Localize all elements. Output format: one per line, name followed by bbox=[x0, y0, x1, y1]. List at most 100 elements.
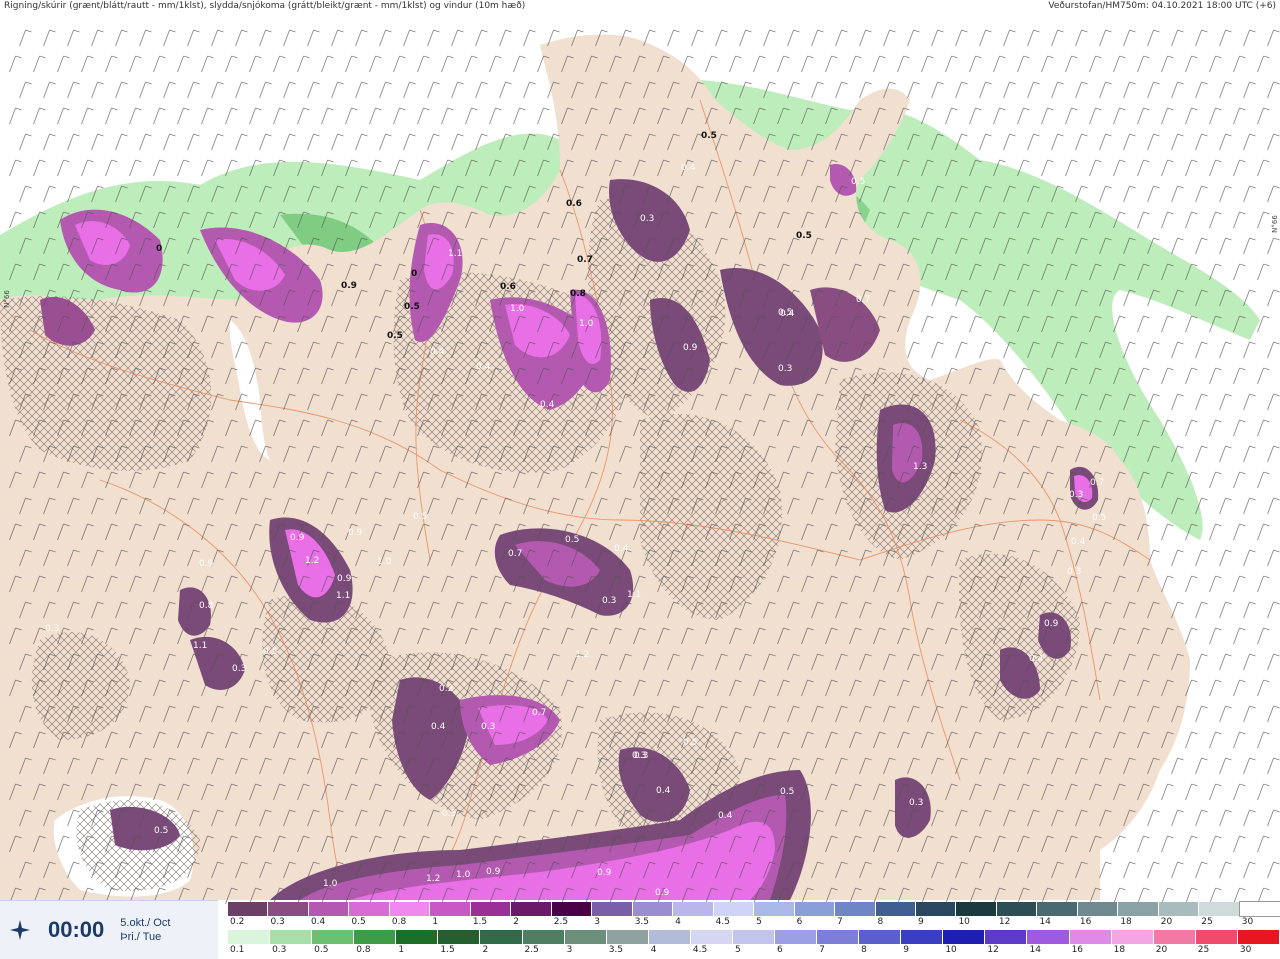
legend-bottom-swatch bbox=[1027, 930, 1070, 944]
time-display: 00:00 5.okt./ Oct Þri./ Tue bbox=[0, 900, 218, 959]
forecast-date-line2: Þri./ Tue bbox=[120, 931, 162, 943]
precip-value-label: 0.4 bbox=[718, 811, 733, 821]
forecast-date-line1: 5.okt./ Oct bbox=[120, 917, 171, 929]
legend-bottom-swatch bbox=[1195, 930, 1238, 944]
legend-top-label: 1 bbox=[432, 917, 439, 927]
legend-bottom-label: 9 bbox=[903, 945, 909, 955]
legend-bottom-label: 7 bbox=[819, 945, 825, 955]
precip-value-label: 0.8 bbox=[570, 289, 586, 299]
legend-bottom-swatches bbox=[228, 930, 1280, 944]
precip-value-label: 0.9 bbox=[655, 888, 670, 898]
latitude-label-right: N°66 bbox=[1270, 215, 1279, 233]
precip-value-label: 0.3 bbox=[778, 364, 792, 374]
precip-value-label: 1.1 bbox=[336, 591, 350, 601]
legend-bottom-label: 18 bbox=[1113, 945, 1126, 955]
precip-value-label: 0.4 bbox=[681, 163, 696, 173]
legend-bottom-swatch bbox=[1069, 930, 1112, 944]
precip-value-label: 0.4 bbox=[1029, 654, 1044, 664]
legend-top-label: 6 bbox=[796, 917, 803, 927]
legend-top-swatch bbox=[1238, 901, 1280, 917]
legend-bottom-swatch bbox=[1153, 930, 1196, 944]
precip-value-label: 0.4 bbox=[431, 722, 446, 732]
legend-bottom-label: 3.5 bbox=[608, 945, 624, 955]
legend-bottom-label: 14 bbox=[1029, 945, 1041, 955]
legend-top-swatch bbox=[713, 902, 755, 916]
precip-value-label: 0.4 bbox=[430, 347, 445, 357]
legend-top-swatch bbox=[1158, 902, 1200, 916]
legend-bottom-swatch bbox=[859, 930, 902, 944]
legend-top-label: 30 bbox=[1241, 917, 1254, 927]
legend-top-swatch bbox=[875, 902, 916, 916]
legend-bottom-swatch bbox=[312, 930, 355, 944]
legend-top-swatch bbox=[511, 902, 552, 916]
precip-value-label: 0.9 bbox=[337, 574, 352, 584]
legend-bottom-label: 20 bbox=[1155, 945, 1168, 955]
legend-top-swatch bbox=[1037, 902, 1078, 916]
precip-value-label: 0.7 bbox=[1090, 478, 1104, 488]
precip-value-label: 0.7 bbox=[856, 295, 870, 305]
precip-value-label: 0.3 bbox=[602, 596, 616, 606]
legend-bottom-label: 0.8 bbox=[356, 945, 371, 955]
legend-bottom-label: 25 bbox=[1197, 945, 1210, 955]
precip-value-label: 0.5 bbox=[701, 131, 717, 141]
precip-value-label: 0.2 bbox=[439, 684, 453, 694]
legend-top-label: 3.5 bbox=[634, 917, 650, 927]
legend-bottom-label: 30 bbox=[1239, 945, 1252, 955]
precip-value-label: 0.6 bbox=[566, 199, 582, 209]
legend-top-label: 0.3 bbox=[270, 917, 285, 927]
legend-bottom-swatch bbox=[775, 930, 818, 944]
precip-value-label: 1.2 bbox=[426, 874, 440, 884]
legend-top-label: 2 bbox=[513, 917, 520, 927]
legend-top-swatches bbox=[228, 901, 1280, 917]
precip-value-label: 0.9 bbox=[348, 528, 363, 538]
precip-value-label: 0.3 bbox=[481, 722, 495, 732]
legend-top-swatch bbox=[551, 902, 593, 916]
legend-top-swatch bbox=[996, 902, 1038, 916]
legend-top-label: 0.2 bbox=[230, 917, 245, 927]
legend-bottom-label: 0.5 bbox=[314, 945, 329, 955]
legend-bottom-swatch bbox=[732, 930, 776, 944]
precip-value-label: 0.9 bbox=[1044, 619, 1059, 629]
precip-value-label: 0 bbox=[156, 244, 162, 254]
precip-value-label: 0.3 bbox=[1067, 567, 1081, 577]
forecast-date: 5.okt./ Oct Þri./ Tue bbox=[120, 916, 170, 944]
legend-top-swatch bbox=[592, 902, 633, 916]
legend-top-swatch bbox=[673, 902, 714, 916]
precip-value-label: 0.5 bbox=[442, 809, 456, 819]
precip-value-label: 0.4 bbox=[656, 786, 671, 796]
legend-bottom-swatch bbox=[270, 930, 313, 944]
legend-top-swatch bbox=[470, 902, 512, 916]
legend-bottom-swatch bbox=[228, 930, 271, 944]
legend-bottom-swatch bbox=[564, 930, 607, 944]
legend-bottom-swatch bbox=[396, 930, 439, 944]
legend-top-swatch bbox=[308, 902, 350, 916]
legend-bottom-swatch bbox=[1237, 930, 1280, 944]
legend-top-swatch bbox=[1118, 902, 1159, 916]
legend-bottom-swatch bbox=[690, 930, 733, 944]
legend-top-swatch bbox=[754, 902, 795, 916]
legend-bottom-label: 10 bbox=[945, 945, 957, 955]
legend-bottom-label: 3 bbox=[566, 945, 573, 955]
vedurstofan-logo-icon bbox=[10, 920, 30, 940]
legend-bottom-swatch bbox=[438, 930, 481, 944]
legend-top-swatch bbox=[794, 902, 836, 916]
precip-value-label: 0.5 bbox=[565, 535, 579, 545]
precip-value-label: 0.3 bbox=[640, 214, 654, 224]
legend-top-label: 9 bbox=[917, 917, 924, 927]
legend-bottom-label: 5 bbox=[734, 945, 741, 955]
legend-bottom-swatch bbox=[943, 930, 986, 944]
precip-value-label: 0.7 bbox=[508, 549, 522, 559]
precip-value-label: 0.5 bbox=[851, 177, 865, 187]
precip-value-label: 0.7 bbox=[532, 708, 546, 718]
precip-value-label: 0.3 bbox=[634, 751, 648, 761]
legend-bottom-label: 4 bbox=[650, 945, 657, 955]
legend-top-swatch bbox=[1199, 902, 1240, 916]
precip-value-label: 0.9 bbox=[683, 343, 698, 353]
legend-top-label: 0.8 bbox=[391, 917, 407, 927]
precip-value-label: 1.0 bbox=[579, 319, 594, 329]
legend-bottom-swatch bbox=[817, 930, 860, 944]
precip-value-label: 0.5 bbox=[387, 331, 403, 341]
legend-top-label: 4.5 bbox=[715, 917, 730, 927]
precip-value-label: 0.8 bbox=[199, 601, 214, 611]
legend-bottom-swatch bbox=[648, 930, 691, 944]
